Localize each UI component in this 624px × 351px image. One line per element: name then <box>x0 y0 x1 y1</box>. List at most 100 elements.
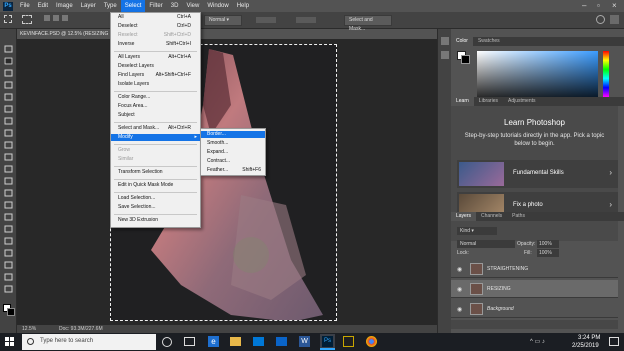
menu-edit[interactable]: Edit <box>34 0 52 12</box>
menu-file[interactable]: File <box>16 0 34 12</box>
edge-icon[interactable]: e <box>208 336 219 347</box>
select-menu-item[interactable]: New 3D Extrusion <box>111 217 200 224</box>
modify-menu-item[interactable]: Feather... Shift+F6 <box>201 167 265 174</box>
eyedropper-tool-icon[interactable] <box>4 105 13 113</box>
opacity-field[interactable]: 100% <box>537 240 559 248</box>
brush-tool-icon[interactable] <box>4 129 13 137</box>
select-menu-item[interactable]: Load Selection... <box>111 195 200 202</box>
file-explorer-icon[interactable] <box>230 337 241 346</box>
eraser-tool-icon[interactable] <box>4 165 13 173</box>
maximize-icon[interactable]: ▫ <box>597 0 600 12</box>
close-icon[interactable]: × <box>612 0 617 12</box>
menu-filter[interactable]: Filter <box>145 0 166 12</box>
eye-icon[interactable]: ◉ <box>457 306 462 313</box>
menu-window[interactable]: Window <box>203 0 232 12</box>
word-icon[interactable]: W <box>299 336 310 347</box>
select-menu-item[interactable]: All Ctrl+A <box>111 14 200 21</box>
select-menu-item[interactable]: Color Range... <box>111 94 200 101</box>
home-icon[interactable] <box>4 15 12 23</box>
gradient-tool-icon[interactable] <box>4 177 13 185</box>
kind-filter[interactable]: Kind ▾ <box>457 227 497 235</box>
select-menu-item[interactable]: Deselect Ctrl+D <box>111 23 200 30</box>
lasso-tool-icon[interactable] <box>4 69 13 77</box>
select-menu-item[interactable]: Deselect Layers <box>111 63 200 70</box>
select-menu-item[interactable]: Similar <box>111 156 200 163</box>
move-tool-icon[interactable] <box>4 45 13 53</box>
healing-tool-icon[interactable] <box>4 117 13 125</box>
cortana-icon[interactable] <box>162 337 172 347</box>
modify-menu-item[interactable]: Expand... <box>201 149 265 156</box>
eye-icon[interactable]: ◉ <box>457 266 462 273</box>
tab-libraries[interactable]: Libraries <box>474 97 503 106</box>
tab-learn[interactable]: Learn <box>451 97 474 106</box>
minimize-icon[interactable]: – <box>582 0 586 12</box>
menu-image[interactable]: Image <box>52 0 77 12</box>
zoom-tool-icon[interactable] <box>4 273 13 281</box>
chrome-icon[interactable] <box>366 336 377 347</box>
crop-tool-icon[interactable] <box>4 93 13 101</box>
task-view-icon[interactable] <box>184 337 195 346</box>
fill-field[interactable]: 100% <box>537 249 559 257</box>
menu-layer[interactable]: Layer <box>77 0 100 12</box>
notification-icon[interactable] <box>609 337 619 346</box>
clock-time[interactable]: 3:24 PM <box>578 335 600 341</box>
eye-icon[interactable]: ◉ <box>457 286 462 293</box>
tab-color[interactable]: Color <box>451 37 473 46</box>
modify-menu-item[interactable]: Contract... <box>201 158 265 165</box>
select-menu-item[interactable]: Subject <box>111 112 200 119</box>
select-menu-item[interactable]: Save Selection... <box>111 204 200 211</box>
menu-help[interactable]: Help <box>233 0 253 12</box>
marquee-tool-icon[interactable] <box>4 57 13 65</box>
mail-icon[interactable] <box>276 337 287 346</box>
select-menu-item[interactable]: Isolate Layers <box>111 81 200 88</box>
modify-menu-item[interactable]: Border... <box>201 131 265 138</box>
select-menu-item[interactable]: Reselect Shift+Ctrl+D <box>111 32 200 39</box>
select-menu-item[interactable]: Select and Mask... Alt+Ctrl+R <box>111 125 200 132</box>
workspace-icon[interactable] <box>610 15 619 24</box>
select-menu-item[interactable]: Grow <box>111 147 200 154</box>
document-tab[interactable]: KEVINFACE.PSD @ 12.5% (RESIZING <box>17 29 117 39</box>
selection-mode-icons[interactable] <box>44 15 74 24</box>
type-tool-icon[interactable] <box>4 225 13 233</box>
system-tray-icons[interactable]: ^ ▭ ♪ <box>530 338 545 345</box>
history-icon[interactable] <box>441 37 449 45</box>
search-icon[interactable] <box>596 15 605 24</box>
path-select-tool-icon[interactable] <box>4 237 13 245</box>
menu-select[interactable]: Select <box>120 0 146 12</box>
tab-paths[interactable]: Paths <box>507 212 530 221</box>
store-icon[interactable] <box>253 337 264 346</box>
menu-view[interactable]: View <box>182 0 203 12</box>
tab-layers[interactable]: Layers <box>451 212 477 221</box>
tab-channels[interactable]: Channels <box>476 212 507 221</box>
pen-tool-icon[interactable] <box>4 213 13 221</box>
dodge-tool-icon[interactable] <box>4 201 13 209</box>
tab-adjustments[interactable]: Adjustments <box>503 97 541 106</box>
taskbar-search-box[interactable]: Type here to search <box>22 334 156 350</box>
bridge-icon[interactable] <box>343 336 354 347</box>
menu-3d[interactable]: 3D <box>167 0 183 12</box>
select-menu-item[interactable]: Edit in Quick Mask Mode <box>111 182 200 189</box>
more-tool-icon[interactable] <box>4 285 13 293</box>
background-color-icon[interactable] <box>7 308 15 316</box>
blend-mode-dropdown[interactable]: Normal <box>457 240 515 248</box>
layer-row[interactable]: ◉ RESIZING <box>451 280 618 298</box>
width-field[interactable] <box>256 17 276 23</box>
card-fundamental-skills[interactable]: Fundamental Skills › <box>457 160 618 188</box>
blur-tool-icon[interactable] <box>4 189 13 197</box>
windows-start-icon[interactable] <box>5 337 15 347</box>
zoom-level[interactable]: 12.5% <box>22 325 36 333</box>
hand-tool-icon[interactable] <box>4 261 13 269</box>
modify-menu-item[interactable]: Smooth... <box>201 140 265 147</box>
select-menu-item[interactable]: Transform Selection <box>111 169 200 176</box>
select-menu-item[interactable]: Inverse Shift+Ctrl+I <box>111 41 200 48</box>
history-brush-tool-icon[interactable] <box>4 153 13 161</box>
photoshop-taskbar-button[interactable]: Ps <box>320 334 335 350</box>
select-menu-item[interactable]: All Layers Alt+Ctrl+A <box>111 54 200 61</box>
background-swatch[interactable] <box>461 55 470 64</box>
menu-type[interactable]: Type <box>100 0 121 12</box>
marquee-tool-icon[interactable] <box>22 15 32 24</box>
layer-row[interactable]: ◉ Background <box>451 300 618 318</box>
tab-swatches[interactable]: Swatches <box>473 37 505 46</box>
properties-icon[interactable] <box>441 51 449 59</box>
height-field[interactable] <box>296 17 316 23</box>
